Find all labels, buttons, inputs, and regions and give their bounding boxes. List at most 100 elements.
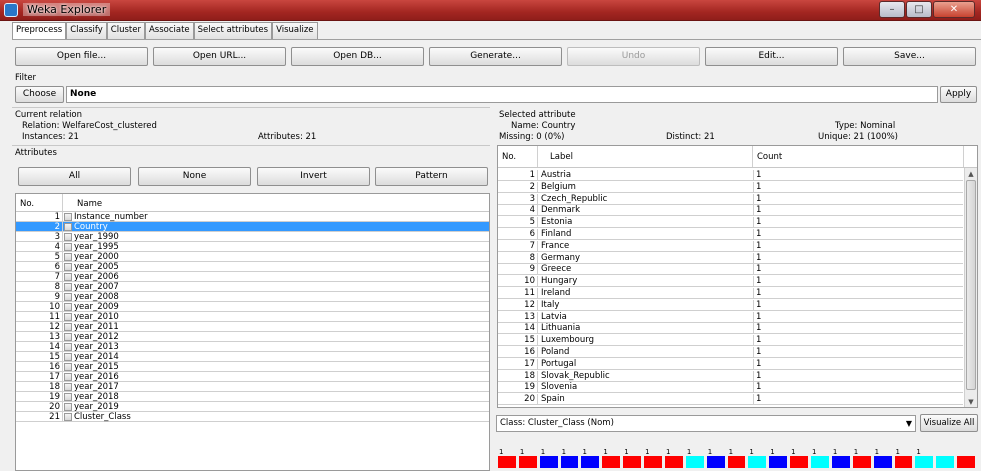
label-row[interactable]: 9 Greece 1 [498,264,963,276]
histogram-bar-count: 1 [645,448,650,456]
attribute-checkbox[interactable] [64,213,72,221]
tab-visualize[interactable]: Visualize [272,22,318,39]
open-file-button[interactable]: Open file... [15,47,148,66]
column-header-count[interactable]: Count [753,146,964,167]
column-header-name[interactable]: Name [63,194,489,211]
label-row[interactable]: 10 Hungary 1 [498,276,963,288]
label-row[interactable]: 6 Finland 1 [498,229,963,240]
attribute-row[interactable]: 10 year_2009 [16,302,489,312]
attribute-checkbox[interactable] [64,373,72,381]
label-row[interactable]: 1 Austria 1 [498,170,963,181]
attribute-row[interactable]: 9 year_2008 [16,292,489,302]
label-row-label: Estonia [541,217,573,228]
edit-button[interactable]: Edit... [705,47,838,66]
select-all-button[interactable]: All [18,167,131,186]
label-row[interactable]: 17 Portugal 1 [498,358,963,370]
attribute-checkbox[interactable] [64,293,72,301]
label-row[interactable]: 18 Slovak_Republic 1 [498,370,963,382]
tab-cluster[interactable]: Cluster [106,22,145,39]
filter-field[interactable]: None [66,86,938,103]
label-row[interactable]: 12 Italy 1 [498,299,963,311]
attribute-row[interactable]: 11 year_2010 [16,312,489,322]
attribute-row[interactable]: 16 year_2015 [16,362,489,372]
attribute-row-number: 7 [16,272,63,282]
attribute-checkbox[interactable] [64,353,72,361]
attribute-checkbox[interactable] [64,313,72,321]
attribute-row[interactable]: 17 year_2016 [16,372,489,382]
open-db-button[interactable]: Open DB... [291,47,424,66]
column-header-label-no[interactable]: No. [498,146,538,167]
attribute-checkbox[interactable] [64,283,72,291]
scroll-up-icon[interactable]: ▲ [965,168,977,180]
label-row[interactable]: 13 Latvia 1 [498,311,963,323]
label-row[interactable]: 15 Luxembourg 1 [498,335,963,347]
column-header-no[interactable]: No. [16,194,63,211]
attribute-row[interactable]: 19 year_2018 [16,392,489,402]
close-icon[interactable]: ✕ [933,1,975,18]
attribute-checkbox[interactable] [64,383,72,391]
attribute-row[interactable]: 14 year_2013 [16,342,489,352]
attribute-checkbox[interactable] [64,223,72,231]
label-row[interactable]: 20 Spain 1 [498,394,963,406]
save-button[interactable]: Save... [843,47,976,66]
label-row[interactable]: 3 Czech_Republic 1 [498,193,963,205]
tab-classify[interactable]: Classify [66,22,107,39]
filter-choose-button[interactable]: Choose [15,86,64,103]
label-row[interactable]: 11 Ireland 1 [498,288,963,299]
class-attribute-select[interactable]: Class: Cluster_Class (Nom) ▼ [496,415,916,432]
pattern-button[interactable]: Pattern [375,167,488,186]
attribute-row[interactable]: 5 year_2000 [16,252,489,262]
filter-apply-button[interactable]: Apply [940,86,977,103]
attribute-checkbox[interactable] [64,343,72,351]
attribute-checkbox[interactable] [64,413,72,421]
attribute-row[interactable]: 18 year_2017 [16,382,489,392]
generate-button[interactable]: Generate... [429,47,562,66]
scroll-down-icon[interactable]: ▼ [965,396,977,407]
label-row[interactable]: 14 Lithuania 1 [498,323,963,335]
labels-scrollbar[interactable]: ▲ ▼ [964,168,977,407]
label-row[interactable]: 5 Estonia 1 [498,217,963,229]
label-row[interactable]: 16 Poland 1 [498,347,963,358]
attribute-checkbox[interactable] [64,333,72,341]
attribute-row[interactable]: 15 year_2014 [16,352,489,362]
attribute-checkbox[interactable] [64,253,72,261]
label-row[interactable]: 4 Denmark 1 [498,205,963,217]
attribute-row[interactable]: 21 Cluster_Class [16,412,489,422]
attribute-checkbox[interactable] [64,273,72,281]
attribute-row[interactable]: 12 year_2011 [16,322,489,332]
minimize-icon[interactable]: – [879,1,905,18]
invert-selection-button[interactable]: Invert [257,167,370,186]
attribute-row[interactable]: 1 Instance_number [16,212,489,222]
attribute-row[interactable]: 3 year_1990 [16,232,489,242]
histogram-bar [602,456,621,468]
attribute-checkbox[interactable] [64,363,72,371]
label-row[interactable]: 2 Belgium 1 [498,181,963,193]
attribute-row[interactable]: 4 year_1995 [16,242,489,252]
attribute-checkbox[interactable] [64,323,72,331]
attribute-row[interactable]: 6 year_2005 [16,262,489,272]
label-row[interactable]: 7 France 1 [498,240,963,252]
tab-associate[interactable]: Associate [144,22,194,39]
attribute-checkbox[interactable] [64,233,72,241]
attribute-checkbox[interactable] [64,393,72,401]
attribute-row[interactable]: 2 Country [16,222,489,232]
attribute-checkbox[interactable] [64,403,72,411]
attribute-row[interactable]: 20 year_2019 [16,402,489,412]
attribute-row[interactable]: 7 year_2006 [16,272,489,282]
label-row[interactable]: 19 Slovenia 1 [498,382,963,394]
tab-select-attributes[interactable]: Select attributes [193,22,273,39]
maximize-icon[interactable]: □ [906,1,932,18]
tab-preprocess[interactable]: Preprocess [12,22,67,40]
attribute-row[interactable]: 8 year_2007 [16,282,489,292]
scroll-thumb[interactable] [966,180,976,390]
attribute-checkbox[interactable] [64,263,72,271]
attribute-checkbox[interactable] [64,243,72,251]
attribute-checkbox[interactable] [64,303,72,311]
select-none-button[interactable]: None [138,167,251,186]
visualize-all-button[interactable]: Visualize All [920,414,978,432]
column-header-label[interactable]: Label [538,146,753,167]
undo-button[interactable]: Undo [567,47,700,66]
open-url-button[interactable]: Open URL... [153,47,286,66]
attribute-row[interactable]: 13 year_2012 [16,332,489,342]
label-row[interactable]: 8 Germany 1 [498,252,963,264]
